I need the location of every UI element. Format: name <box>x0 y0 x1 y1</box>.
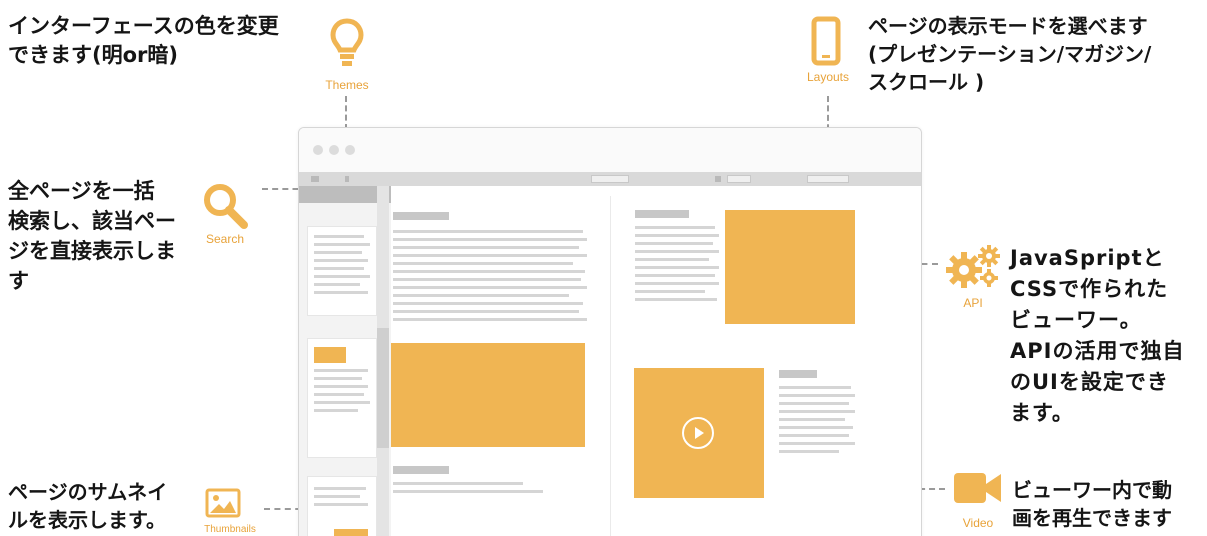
lightbulb-icon <box>330 18 364 66</box>
video-description: ビューワー内で動 画を再生できます <box>1012 478 1172 530</box>
text-line <box>779 386 851 389</box>
text-line <box>393 318 587 321</box>
text-line <box>314 385 368 388</box>
text-line <box>393 270 585 273</box>
text-line <box>393 490 543 493</box>
text-line <box>779 418 845 421</box>
text-line <box>393 302 583 305</box>
text-line <box>314 291 368 294</box>
page-select[interactable] <box>591 175 629 183</box>
play-icon[interactable] <box>682 417 714 449</box>
text-line <box>314 283 360 286</box>
heading-line <box>635 210 689 218</box>
text-line <box>393 278 581 281</box>
page-image <box>391 343 585 447</box>
video-camera-icon <box>954 473 1001 503</box>
thumbnails-description: ページのサムネイ ルを表示します。 <box>8 480 168 532</box>
text-line <box>314 235 364 238</box>
text-line <box>635 242 713 245</box>
heading-line <box>779 370 817 378</box>
text-line <box>393 294 569 297</box>
toolbar-icon[interactable] <box>311 176 319 182</box>
page-image <box>725 210 855 324</box>
window-control <box>329 145 339 155</box>
search-description: 全ページを一括 検索し、該当ペー ジを直接表示しま す <box>8 179 176 293</box>
text-line <box>635 290 705 293</box>
text-line <box>779 394 855 397</box>
gears-icon <box>946 245 1000 288</box>
smartphone-icon <box>811 16 841 66</box>
toolbar-icon[interactable] <box>715 176 721 182</box>
search-icon <box>204 184 248 229</box>
themes-icon-label: Themes <box>325 78 369 92</box>
text-line <box>393 262 573 265</box>
page-spread-divider <box>610 196 611 536</box>
layouts-icon-label: Layouts <box>806 70 850 84</box>
text-line <box>635 258 709 261</box>
text-line <box>314 243 370 246</box>
thumbnails-icon-label: Thumbnails <box>204 524 256 535</box>
themes-description: インターフェースの色を変更 できます(明or暗) <box>8 14 279 67</box>
text-line <box>635 274 715 277</box>
page-thumbnail[interactable] <box>307 476 377 536</box>
text-line <box>314 267 364 270</box>
text-line <box>779 402 849 405</box>
layouts-description: ページの表示モードを選べます (プレゼンテーション/マガジン/ スクロール ) <box>868 14 1152 94</box>
text-line <box>393 230 583 233</box>
text-line <box>314 409 358 412</box>
text-line <box>314 275 370 278</box>
page-thumbnail[interactable] <box>307 338 377 458</box>
text-line <box>779 434 849 437</box>
window-titlebar <box>299 128 921 172</box>
zoom-select[interactable] <box>727 175 751 183</box>
text-line <box>314 487 366 490</box>
thumbnail-image <box>334 529 368 536</box>
scrollbar-thumb[interactable] <box>377 328 389 448</box>
text-line <box>635 266 719 269</box>
heading-line <box>393 212 449 220</box>
text-line <box>314 369 368 372</box>
image-icon <box>205 488 241 518</box>
text-line <box>314 251 362 254</box>
text-line <box>393 238 587 241</box>
search-icon-label: Search <box>205 232 245 246</box>
api-description: JavaSpriptと CSSで作られた ビューワー。 APIの活用で独自 のU… <box>1010 246 1185 425</box>
video-icon-label: Video <box>962 516 994 530</box>
api-icon-label: API <box>963 296 983 310</box>
text-line <box>779 450 839 453</box>
text-line <box>779 426 853 429</box>
text-line <box>314 503 368 506</box>
text-line <box>393 286 587 289</box>
text-line <box>393 310 579 313</box>
text-line <box>314 377 362 380</box>
text-line <box>635 226 715 229</box>
viewer-window <box>298 127 922 536</box>
text-line <box>314 259 368 262</box>
thumbnail-image <box>314 347 346 363</box>
heading-line <box>393 466 449 474</box>
viewer-toolbar <box>299 172 921 186</box>
text-line <box>635 282 719 285</box>
text-line <box>635 298 717 301</box>
layout-select[interactable] <box>807 175 849 183</box>
text-line <box>779 442 855 445</box>
toolbar-icon[interactable] <box>345 176 349 182</box>
text-line <box>314 393 364 396</box>
window-control <box>313 145 323 155</box>
text-line <box>635 250 719 253</box>
text-line <box>314 401 370 404</box>
text-line <box>393 246 579 249</box>
text-line <box>635 234 719 237</box>
text-line <box>779 410 855 413</box>
text-line <box>393 482 523 485</box>
text-line <box>393 254 587 257</box>
window-control <box>345 145 355 155</box>
text-line <box>314 495 360 498</box>
page-thumbnail[interactable] <box>307 226 377 316</box>
